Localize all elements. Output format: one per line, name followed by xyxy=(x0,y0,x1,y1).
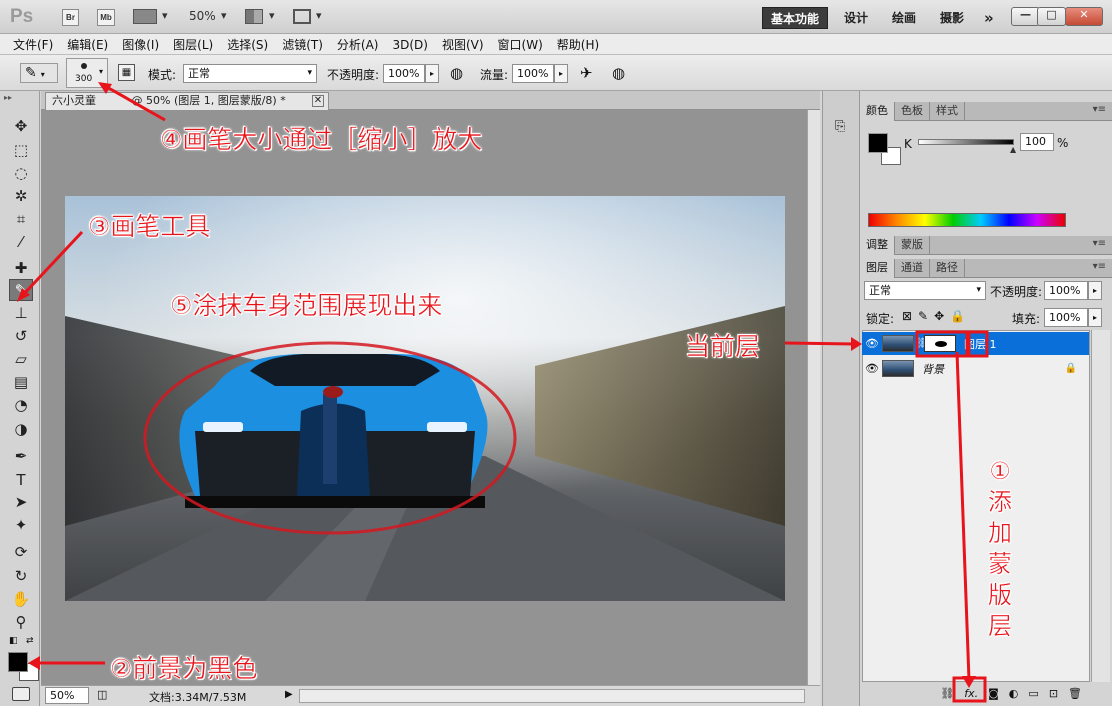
annotation-step2: ②前景为黑色 xyxy=(110,654,258,683)
annotation-step4: ④画笔大小通过［缩小］放大 xyxy=(160,125,483,154)
annotation-step5: ⑤涂抹车身范围展现出来 xyxy=(170,291,443,320)
annotation-current-layer: 当前层 xyxy=(685,332,761,361)
annotation-step3: ③画笔工具 xyxy=(88,212,211,241)
annotation-arrows xyxy=(17,82,989,703)
annotation-step1: ①添加蒙版层 xyxy=(988,457,1012,640)
